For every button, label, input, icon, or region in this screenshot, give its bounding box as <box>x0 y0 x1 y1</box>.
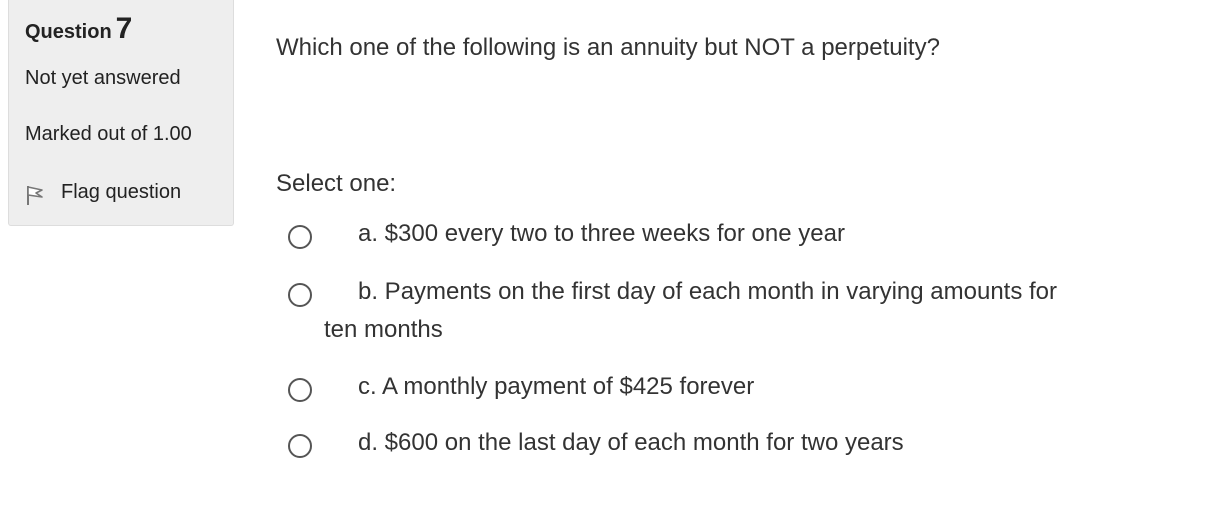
flag-question-link[interactable]: Flag question <box>25 178 181 206</box>
answer-option-label-continued[interactable]: ten months <box>324 316 443 344</box>
radio-button-b[interactable] <box>288 283 312 307</box>
select-one-prompt: Select one: <box>276 170 397 197</box>
answer-option-label[interactable]: b. Payments on the first day of each mon… <box>358 278 1057 306</box>
flag-icon <box>27 186 43 205</box>
answer-option-label[interactable]: d. $600 on the last day of each month fo… <box>358 429 904 457</box>
answer-option-label[interactable]: a. $300 every two to three weeks for one… <box>358 220 845 248</box>
question-state: Not yet answered <box>25 67 181 89</box>
answer-option-a[interactable]: a. $300 every two to three weeks for one… <box>276 218 1176 258</box>
answer-option-b[interactable]: b. Payments on the first day of each mon… <box>276 276 1176 356</box>
quiz-page: Question 7 Not yet answered Marked out of… <box>0 0 1222 510</box>
radio-button-d[interactable] <box>288 434 312 458</box>
question-text: Which one of the following is an annuity… <box>276 34 940 61</box>
answer-option-c[interactable]: c. A monthly payment of $425 forever <box>276 371 1176 411</box>
radio-button-a[interactable] <box>288 225 312 249</box>
question-heading: Question 7 <box>25 12 132 46</box>
question-heading-label: Question <box>25 21 112 43</box>
answer-option-label[interactable]: c. A monthly payment of $425 forever <box>358 373 754 401</box>
question-grade: Marked out of 1.00 <box>25 123 192 145</box>
flag-question-label: Flag question <box>61 180 182 203</box>
question-info-panel: Question 7 Not yet answered Marked out of… <box>8 0 234 226</box>
radio-button-c[interactable] <box>288 378 312 402</box>
answer-option-d[interactable]: d. $600 on the last day of each month fo… <box>276 427 1176 467</box>
question-number: 7 <box>115 12 133 45</box>
